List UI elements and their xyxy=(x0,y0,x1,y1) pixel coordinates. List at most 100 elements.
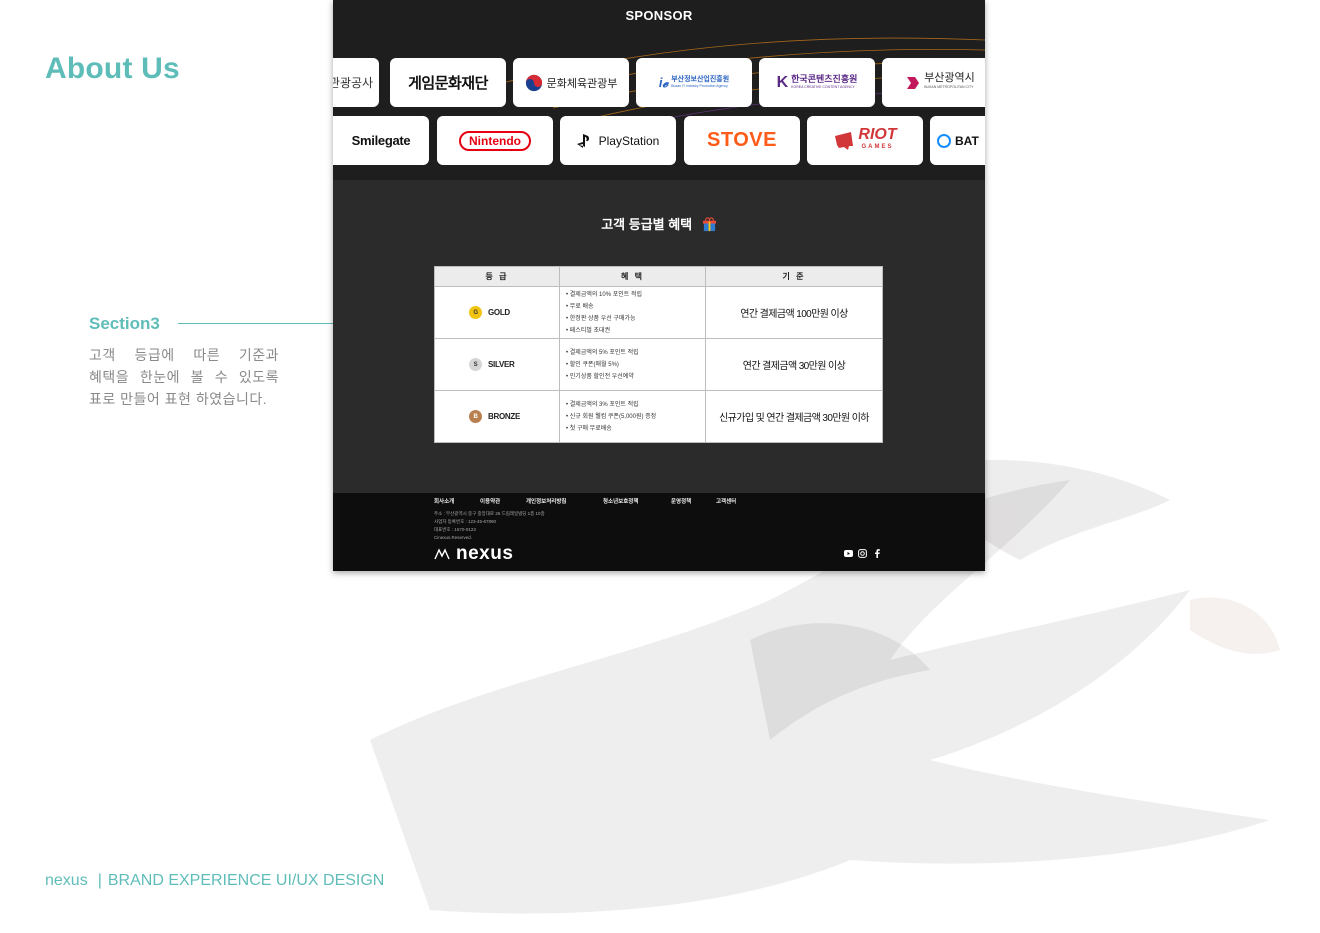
benefit-item: 결제금액의 3% 포인트 적립 xyxy=(566,399,699,411)
grade-benefit-table: 등 급 혜 택 기 준 G GOLD 결제금액의 10% 포인트 적립 무료 배… xyxy=(434,266,883,443)
criteria-cell: 연간 결제금액 30만원 이상 xyxy=(705,338,883,391)
header-benefit: 혜 택 xyxy=(559,266,706,287)
benefit-item: 페스티벌 초대권 xyxy=(566,325,699,337)
sponsor-card-battlenet[interactable]: BAT xyxy=(930,116,985,165)
instagram-icon[interactable] xyxy=(858,549,867,558)
sponsor-sublabel: GAMES xyxy=(861,143,894,150)
footer-menu-youth[interactable]: 청소년보호정책 xyxy=(603,497,671,505)
footer-info: 주소 : 부산광역시 중구 중앙대로 26 드림레일빌딩 1층 10층 사업자 … xyxy=(434,510,545,542)
sponsor-row-1: 관광공사 게임문화재단 문화체육관광부 i𝓮 부산정보산업진흥원 Busan I… xyxy=(333,58,985,108)
sponsor-label: STOVE xyxy=(707,129,777,151)
sponsor-card-game-culture[interactable]: 게임문화재단 xyxy=(390,58,506,107)
sponsor-label: 관광공사 xyxy=(333,76,374,90)
footer-address: 주소 : 부산광역시 중구 중앙대로 26 드림레일빌딩 1층 10층 xyxy=(434,511,545,516)
grade-name: GOLD xyxy=(488,308,510,317)
nexus-logo-mark-icon xyxy=(434,548,450,560)
sponsor-sublabel: KOREA CREATIVE CONTENT AGENCY xyxy=(791,84,855,89)
sponsor-card-nintendo[interactable]: Nintendo xyxy=(437,116,553,165)
riot-fist-icon xyxy=(835,131,854,150)
benefit-item: 한정판 상품 우선 구매가능 xyxy=(566,313,699,325)
bipa-logo-icon: i𝓮 xyxy=(658,74,669,90)
footer-tagline: BRAND EXPERIENCE UI/UX DESIGN xyxy=(107,872,385,889)
sponsor-label: Smilegate xyxy=(351,133,411,148)
table-row: G GOLD 결제금액의 10% 포인트 적립 무료 배송 한정판 상품 우선 … xyxy=(434,286,883,339)
benefit-cell: 결제금액의 5% 포인트 적립 할인 쿠폰(매월 5%) 인기상품 할인전 우선… xyxy=(559,338,706,391)
sponsor-row-2: Smilegate Nintendo PlayStation STOVE RIO… xyxy=(333,116,985,166)
grade-cell: B BRONZE xyxy=(434,390,560,443)
sponsor-label: Nintendo xyxy=(459,130,531,151)
section-description: 고객 등급에 따른 기준과 혜택을 한눈에 볼 수 있도록 표로 만들어 표현 … xyxy=(89,347,279,407)
footer-business-number: 사업자 등록번호 : 123-45-67890 xyxy=(434,519,497,524)
sponsor-card-riot[interactable]: RIOT GAMES xyxy=(807,116,923,165)
facebook-icon[interactable] xyxy=(872,549,881,558)
footer-menu: 회사소개 이용약관 개인정보처리방침 청소년보호정책 운영정책 고객센터 xyxy=(434,497,874,505)
benefit-title-text: 고객 등급별 혜택 xyxy=(601,217,693,232)
silver-badge-icon: S xyxy=(469,358,482,371)
footer-logo-text: nexus xyxy=(456,543,514,564)
grade-cell: S SILVER xyxy=(434,338,560,391)
grade-cell: G GOLD xyxy=(434,286,560,339)
sponsor-label: 한국콘텐츠진흥원 xyxy=(791,73,858,84)
header-criteria: 기 준 xyxy=(705,266,883,287)
sponsor-section: SPONSOR 관광공사 게임문화재단 문화체육관광부 i𝓮 부산정보산업진흥원… xyxy=(333,0,985,180)
benefit-item: 첫 구매 무료배송 xyxy=(566,423,699,435)
benefit-item: 할인 쿠폰(매월 5%) xyxy=(566,359,699,371)
website-mockup: SPONSOR 관광공사 게임문화재단 문화체육관광부 i𝓮 부산정보산업진흥원… xyxy=(333,0,985,571)
playstation-icon xyxy=(576,133,589,148)
table-row: B BRONZE 결제금액의 3% 포인트 적립 신규 회원 웰컴 쿠폰(5,0… xyxy=(434,390,883,443)
footer-separator: | xyxy=(97,872,102,889)
grade-name: SILVER xyxy=(488,360,515,369)
footer-menu-operation[interactable]: 운영정책 xyxy=(671,497,716,505)
sponsor-card-mcst[interactable]: 문화체육관광부 xyxy=(513,58,629,107)
footer-copyright: Cinexus.Reserved. xyxy=(434,535,473,540)
table-header-row: 등 급 혜 택 기 준 xyxy=(434,266,883,287)
footer-phone: 대표번호 : 1670-0123 xyxy=(434,527,476,532)
benefit-cell: 결제금액의 3% 포인트 적립 신규 회원 웰컴 쿠폰(5,000원) 증정 첫… xyxy=(559,390,706,443)
kocca-logo-icon: K xyxy=(776,73,789,91)
sponsor-label: RIOT xyxy=(858,125,897,143)
youtube-icon[interactable] xyxy=(844,549,853,558)
footer-brand: nexus | BRAND EXPERIENCE UI/UX DESIGN xyxy=(45,872,384,890)
sponsor-label: 부산광역시 xyxy=(924,71,975,84)
sponsor-label: 문화체육관광부 xyxy=(546,77,618,90)
sponsor-card-kocca[interactable]: K 한국콘텐츠진흥원 KOREA CREATIVE CONTENT AGENCY xyxy=(759,58,875,107)
korea-taegeuk-icon xyxy=(525,74,542,91)
benefit-cell: 결제금액의 10% 포인트 적립 무료 배송 한정판 상품 우선 구매가능 페스… xyxy=(559,286,706,339)
sponsor-card-stove[interactable]: STOVE xyxy=(684,116,800,165)
grade-name: BRONZE xyxy=(488,412,520,421)
criteria-cell: 신규가입 및 연간 결제금액 30만원 이하 xyxy=(705,390,883,443)
sponsor-label: PlayStation xyxy=(598,133,660,148)
gold-badge-icon: G xyxy=(469,306,482,319)
site-footer: 회사소개 이용약관 개인정보처리방침 청소년보호정책 운영정책 고객센터 주소 … xyxy=(333,493,985,571)
sponsor-title: SPONSOR xyxy=(625,8,693,23)
footer-menu-terms[interactable]: 이용약관 xyxy=(480,497,526,505)
sponsor-card-bipa[interactable]: i𝓮 부산정보산업진흥원 Busan IT Industry Promotion… xyxy=(636,58,752,107)
header-grade: 등 급 xyxy=(434,266,560,287)
sponsor-label: 부산정보산업진흥원 xyxy=(671,75,730,83)
benefit-item: 결제금액의 5% 포인트 적립 xyxy=(566,347,699,359)
bronze-badge-icon: B xyxy=(469,410,482,423)
benefit-item: 인기상품 할인전 우선예약 xyxy=(566,371,699,383)
table-row: S SILVER 결제금액의 5% 포인트 적립 할인 쿠폰(매월 5%) 인기… xyxy=(434,338,883,391)
footer-menu-company[interactable]: 회사소개 xyxy=(434,497,480,505)
sponsor-label: BAT xyxy=(955,133,979,148)
sponsor-label: 게임문화재단 xyxy=(408,75,488,92)
sponsor-sublabel: Busan IT Industry Promotion Agency xyxy=(671,83,728,88)
gift-icon xyxy=(702,217,716,232)
battlenet-icon xyxy=(937,133,951,148)
benefit-item: 결제금액의 10% 포인트 적립 xyxy=(566,289,699,301)
footer-menu-privacy[interactable]: 개인정보처리방침 xyxy=(526,497,603,505)
sponsor-card-smilegate[interactable]: Smilegate xyxy=(333,116,429,165)
section-title: Section3 xyxy=(89,314,160,333)
sponsor-card-tourism[interactable]: 관광공사 xyxy=(333,58,379,107)
footer-menu-support[interactable]: 고객센터 xyxy=(716,497,736,505)
busan-logo-icon xyxy=(907,76,920,89)
benefit-item: 신규 회원 웰컴 쿠폰(5,000원) 증정 xyxy=(566,411,699,423)
benefit-item: 무료 배송 xyxy=(566,301,699,313)
sponsor-card-playstation[interactable]: PlayStation xyxy=(560,116,676,165)
footer-brand-name: nexus xyxy=(45,872,88,889)
page-heading: About Us xyxy=(45,52,180,85)
sponsor-card-busan[interactable]: 부산광역시 BUSAN METROPOLITAN CITY xyxy=(882,58,985,107)
sponsor-sublabel: BUSAN METROPOLITAN CITY xyxy=(924,84,974,89)
nexus-logo[interactable]: nexus xyxy=(434,543,513,565)
